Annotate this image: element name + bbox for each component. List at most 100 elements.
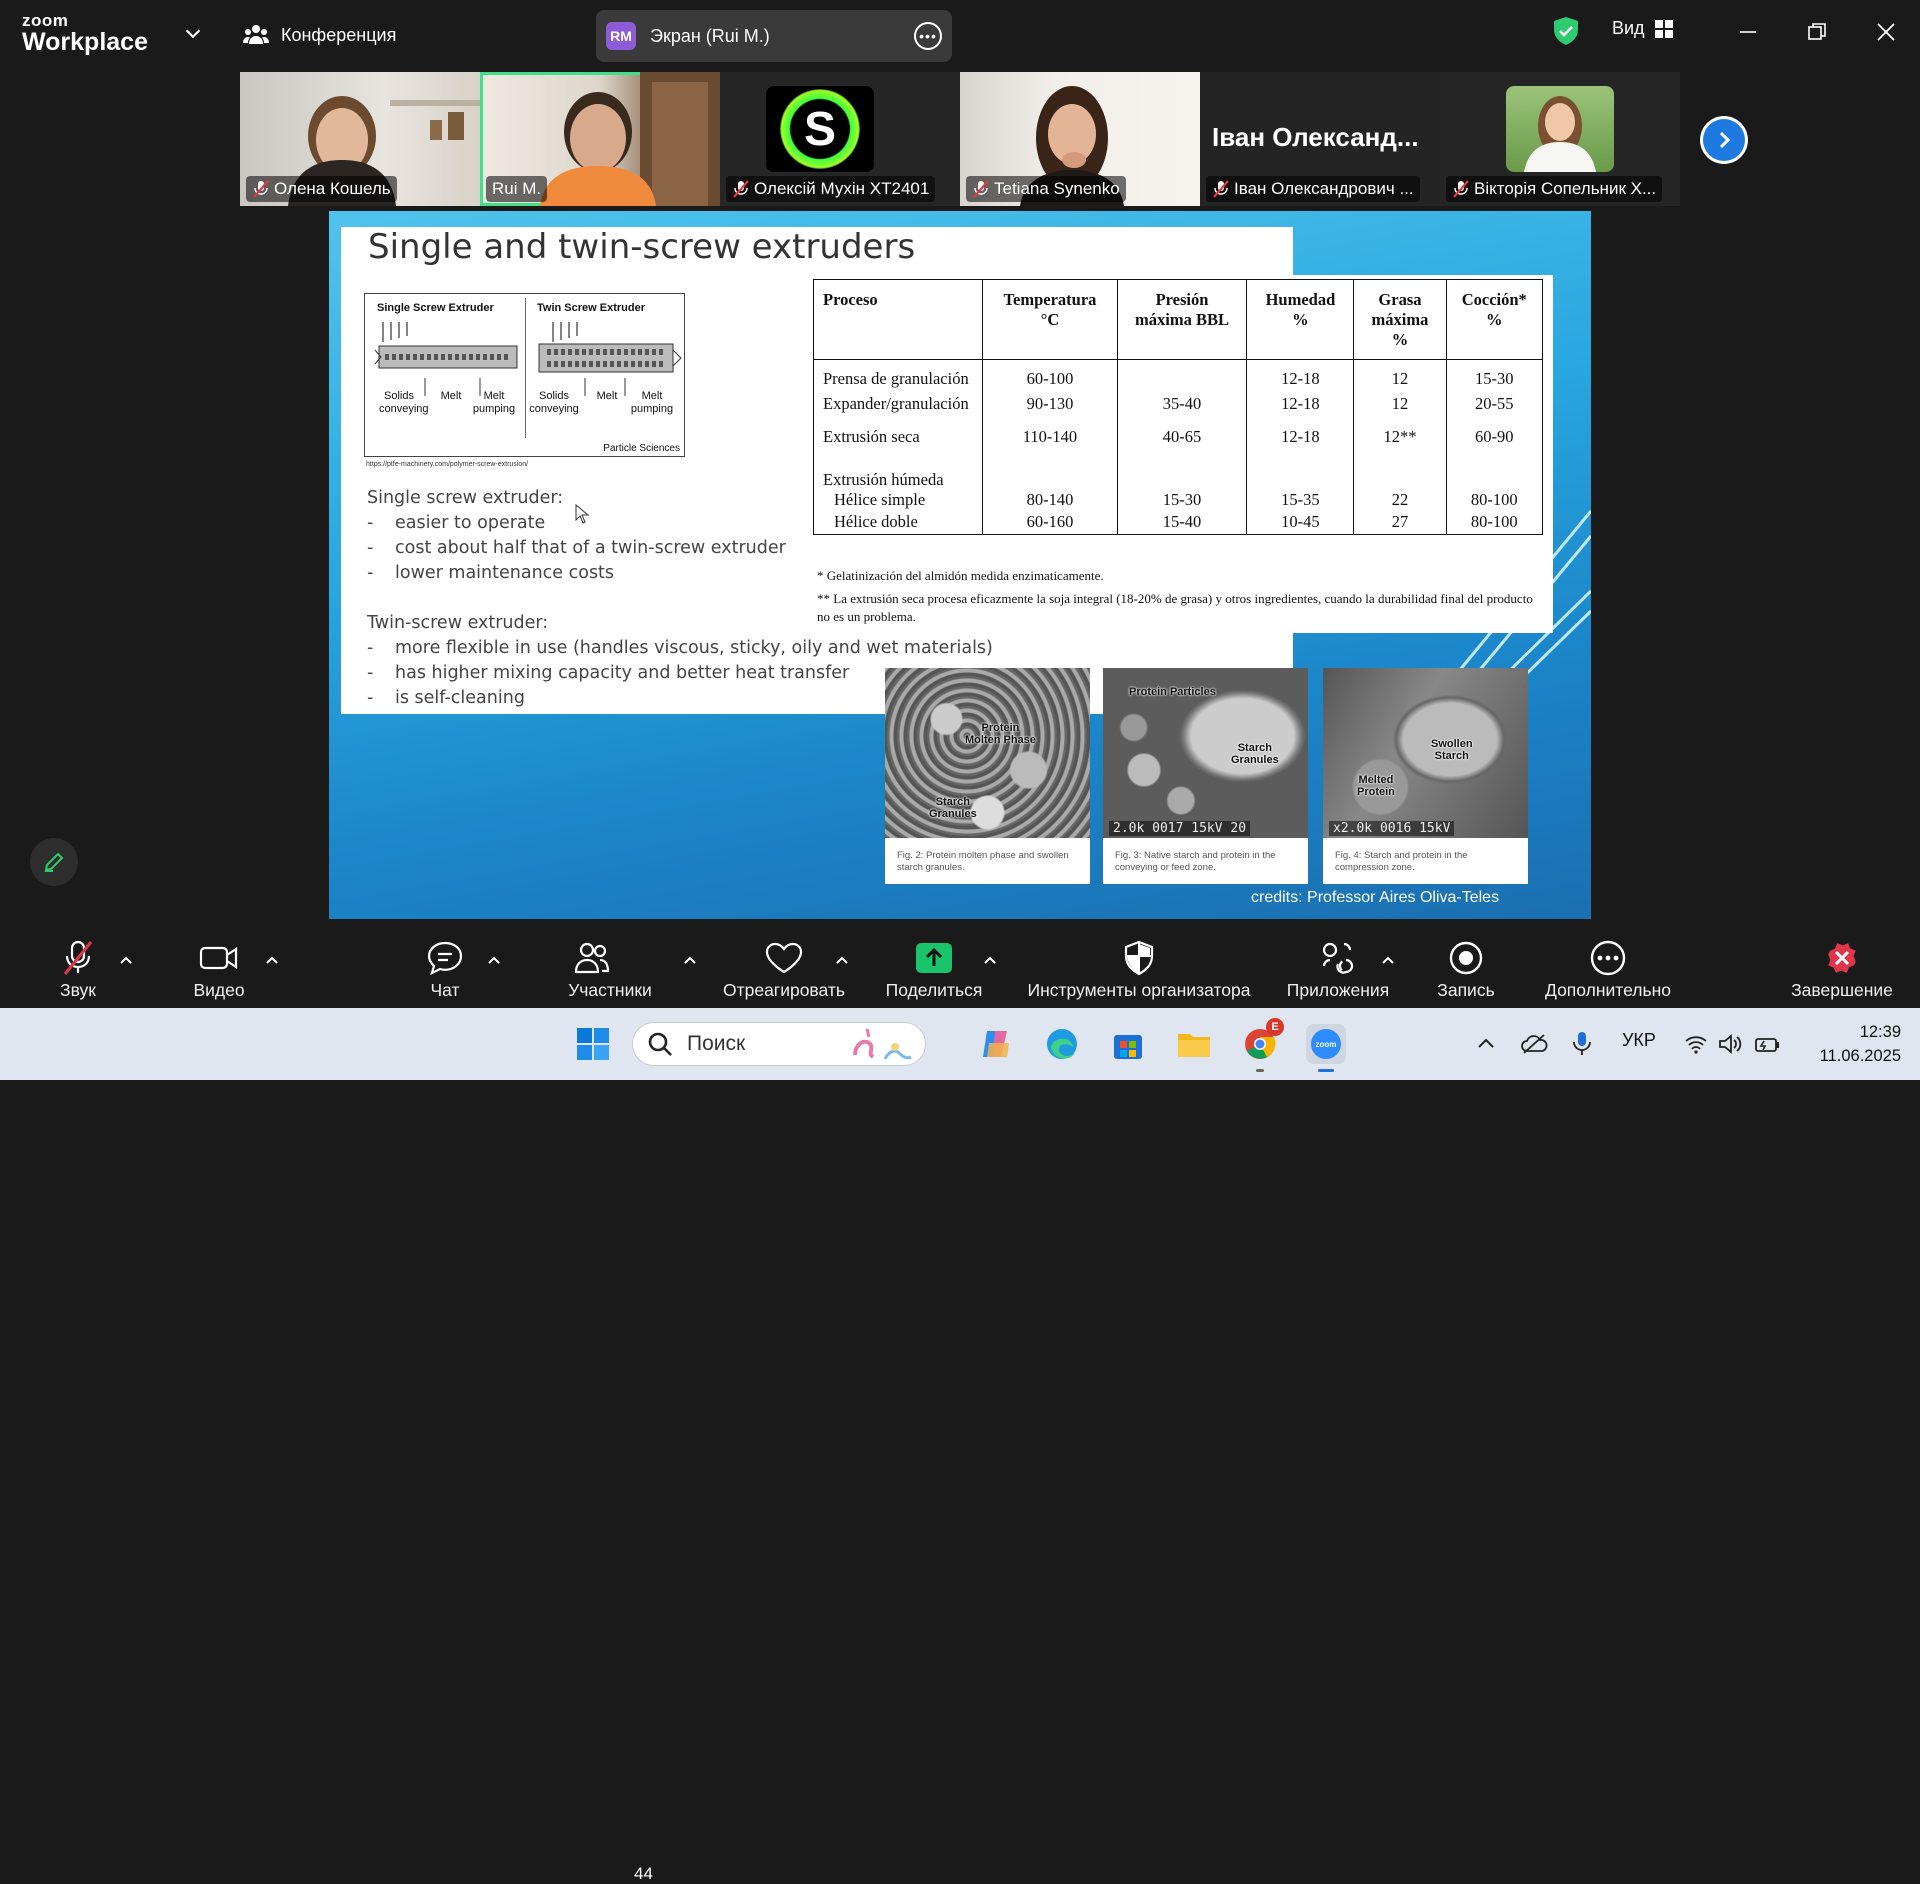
- onedrive-offline-icon[interactable]: [1520, 1033, 1548, 1055]
- chevron-down-icon[interactable]: [182, 23, 204, 45]
- table-row: Hélice doble 60-160 15-40 10-45 27 80-100: [812, 512, 1544, 535]
- bullet: cost about half that of a twin-screw ext…: [367, 536, 993, 561]
- sem-image: Swollen Starch Melted Protein x2.0k 0016…: [1323, 668, 1528, 838]
- table-row: Expander/granulación 90-130 35-40 12-18 12 20…: [812, 392, 1544, 426]
- react-options-caret-icon[interactable]: [834, 952, 850, 968]
- annotate-button[interactable]: [30, 838, 78, 886]
- table-cell: 12-18: [1246, 425, 1355, 459]
- folder-icon: [1178, 1034, 1210, 1057]
- zoom-app[interactable]: zoom: [1306, 1024, 1346, 1072]
- muted-mic-icon: [1453, 180, 1469, 198]
- participant-tile[interactable]: S Олексій Мухін ХТ2401: [720, 72, 960, 206]
- audio-button[interactable]: Звук: [48, 922, 108, 1008]
- file-explorer-app[interactable]: [1174, 1024, 1214, 1064]
- sem-figure: Swollen Starch Melted Protein x2.0k 0016…: [1323, 668, 1528, 884]
- microsoft-store-icon: [1114, 1035, 1142, 1059]
- chat-options-caret-icon[interactable]: [486, 952, 502, 968]
- table-cell: 60-160: [982, 512, 1118, 535]
- react-button[interactable]: Отреагировать: [718, 922, 850, 1008]
- chat-button[interactable]: Чат: [420, 922, 470, 1008]
- edge-app[interactable]: [1042, 1024, 1082, 1064]
- column-header: Presión máxima BBL: [1116, 279, 1248, 360]
- input-language[interactable]: УКР: [1622, 1030, 1656, 1051]
- chat-bubble-icon: [427, 941, 463, 976]
- apps-icon: [1322, 942, 1354, 974]
- participant-name-tag: Олексій Мухін ХТ2401: [726, 176, 936, 202]
- participants-count: 44: [634, 1864, 653, 1883]
- volume-icon[interactable]: [1718, 1033, 1744, 1055]
- table-cell: 22: [1353, 490, 1447, 513]
- system-clock[interactable]: 12:39 11.06.2025: [1803, 1020, 1901, 1068]
- column-header: Humedad %: [1246, 279, 1355, 360]
- share-button[interactable]: Поделиться: [882, 922, 986, 1008]
- screen-share-pill[interactable]: RM Экран (Rui M.) •••: [596, 10, 952, 62]
- share-options-caret-icon[interactable]: [982, 952, 998, 968]
- restore-icon: [1808, 23, 1826, 40]
- chrome-app[interactable]: E: [1240, 1018, 1284, 1072]
- more-button[interactable]: Дополнительно: [1536, 922, 1680, 1008]
- flamingo-decoration-icon: [853, 1028, 912, 1060]
- sem-image: Protein Molten Phase Starch Granules: [885, 668, 1090, 838]
- edge-icon: [1047, 1029, 1077, 1059]
- table-row: Extrusión seca 110-140 40-65 12-18 12** 60-90: [812, 425, 1544, 459]
- video-options-caret-icon[interactable]: [264, 952, 280, 968]
- table-row: Hélice simple 80-140 15-30 15-35 22 80-100: [812, 490, 1544, 513]
- table-cell: 110-140: [982, 425, 1118, 459]
- title-bar: zoom Workplace Конференция RM Экран (Rui…: [0, 0, 1920, 70]
- host-tools-button[interactable]: Инструменты организатора: [1020, 922, 1258, 1008]
- table-cell: 15-30: [1116, 490, 1248, 513]
- participants-button[interactable]: Участники: [562, 922, 658, 1008]
- table-cell: [982, 458, 1118, 491]
- more-options-icon[interactable]: •••: [914, 22, 942, 50]
- participant-tile[interactable]: Олена Кошель: [240, 72, 480, 206]
- muted-mic-icon: [253, 180, 269, 198]
- record-button[interactable]: Запись: [1426, 922, 1506, 1008]
- zoom-logo: zoom Workplace: [22, 11, 148, 56]
- table-cell: 10-45: [1246, 512, 1355, 535]
- close-button[interactable]: [1866, 14, 1906, 50]
- table-cell: 15-30: [1445, 359, 1544, 393]
- video-button[interactable]: Видео: [184, 922, 254, 1008]
- wifi-icon[interactable]: [1684, 1034, 1708, 1054]
- restore-button[interactable]: [1797, 14, 1837, 50]
- minimize-button[interactable]: [1728, 14, 1768, 50]
- participant-name-tag: Іван Олександрович ...: [1206, 176, 1420, 202]
- apps-options-caret-icon[interactable]: [1380, 952, 1396, 968]
- participants-options-caret-icon[interactable]: [682, 952, 698, 968]
- show-hidden-icons-chevron-icon[interactable]: [1476, 1034, 1496, 1054]
- windows-logo-icon: [577, 1028, 609, 1060]
- participant-tile[interactable]: Tetiana Synenko: [960, 72, 1200, 206]
- copilot-app[interactable]: [976, 1024, 1016, 1064]
- table-cell: Expander/granulación: [812, 392, 984, 426]
- audio-options-caret-icon[interactable]: [118, 952, 134, 968]
- start-button[interactable]: [573, 1024, 613, 1064]
- table-cell: 12-18: [1246, 359, 1355, 393]
- sem-figure: Protein Molten Phase Starch Granules Fig…: [885, 668, 1090, 884]
- participants-group-icon: [243, 25, 269, 44]
- battery-icon[interactable]: [1754, 1033, 1782, 1055]
- participant-tile[interactable]: Вікторія Сопельник Х...: [1440, 72, 1680, 206]
- microphone-icon[interactable]: [1572, 1031, 1592, 1057]
- sem-image: Protein Particles Starch Granules 2.0k 0…: [1103, 668, 1308, 838]
- screen-share-label: Экран (Rui M.): [650, 25, 770, 46]
- meeting-info[interactable]: Конференция: [243, 20, 396, 50]
- sharer-avatar: RM: [606, 22, 636, 50]
- view-button[interactable]: Вид: [1612, 18, 1673, 39]
- clock-time: 12:39: [1859, 1023, 1901, 1041]
- store-app[interactable]: [1108, 1024, 1148, 1064]
- grid-view-icon: [1654, 19, 1673, 38]
- security-shield-icon[interactable]: [1552, 16, 1580, 46]
- participant-tile[interactable]: Іван Олександ... Іван Олександрович ...: [1200, 72, 1440, 206]
- shield-icon: [1124, 940, 1154, 976]
- end-meeting-button[interactable]: Завершение: [1784, 922, 1900, 1008]
- apps-button[interactable]: Приложения: [1282, 922, 1394, 1008]
- participant-name-tag: Олена Кошель: [246, 176, 397, 202]
- muted-mic-icon: [63, 940, 93, 975]
- table-cell: Extrusión seca: [812, 425, 984, 459]
- next-participants-button[interactable]: [1700, 116, 1748, 164]
- participant-tile-active-speaker[interactable]: Rui M.: [480, 72, 720, 206]
- taskbar-search[interactable]: Поиск: [632, 1022, 926, 1066]
- column-header: Grasa máxima %: [1353, 279, 1447, 360]
- single-screw-diagram: Single Screw Extruder Solids conveying M…: [365, 294, 525, 456]
- sem-scale-bar: 2.0k 0017 15kV 20: [1109, 821, 1251, 836]
